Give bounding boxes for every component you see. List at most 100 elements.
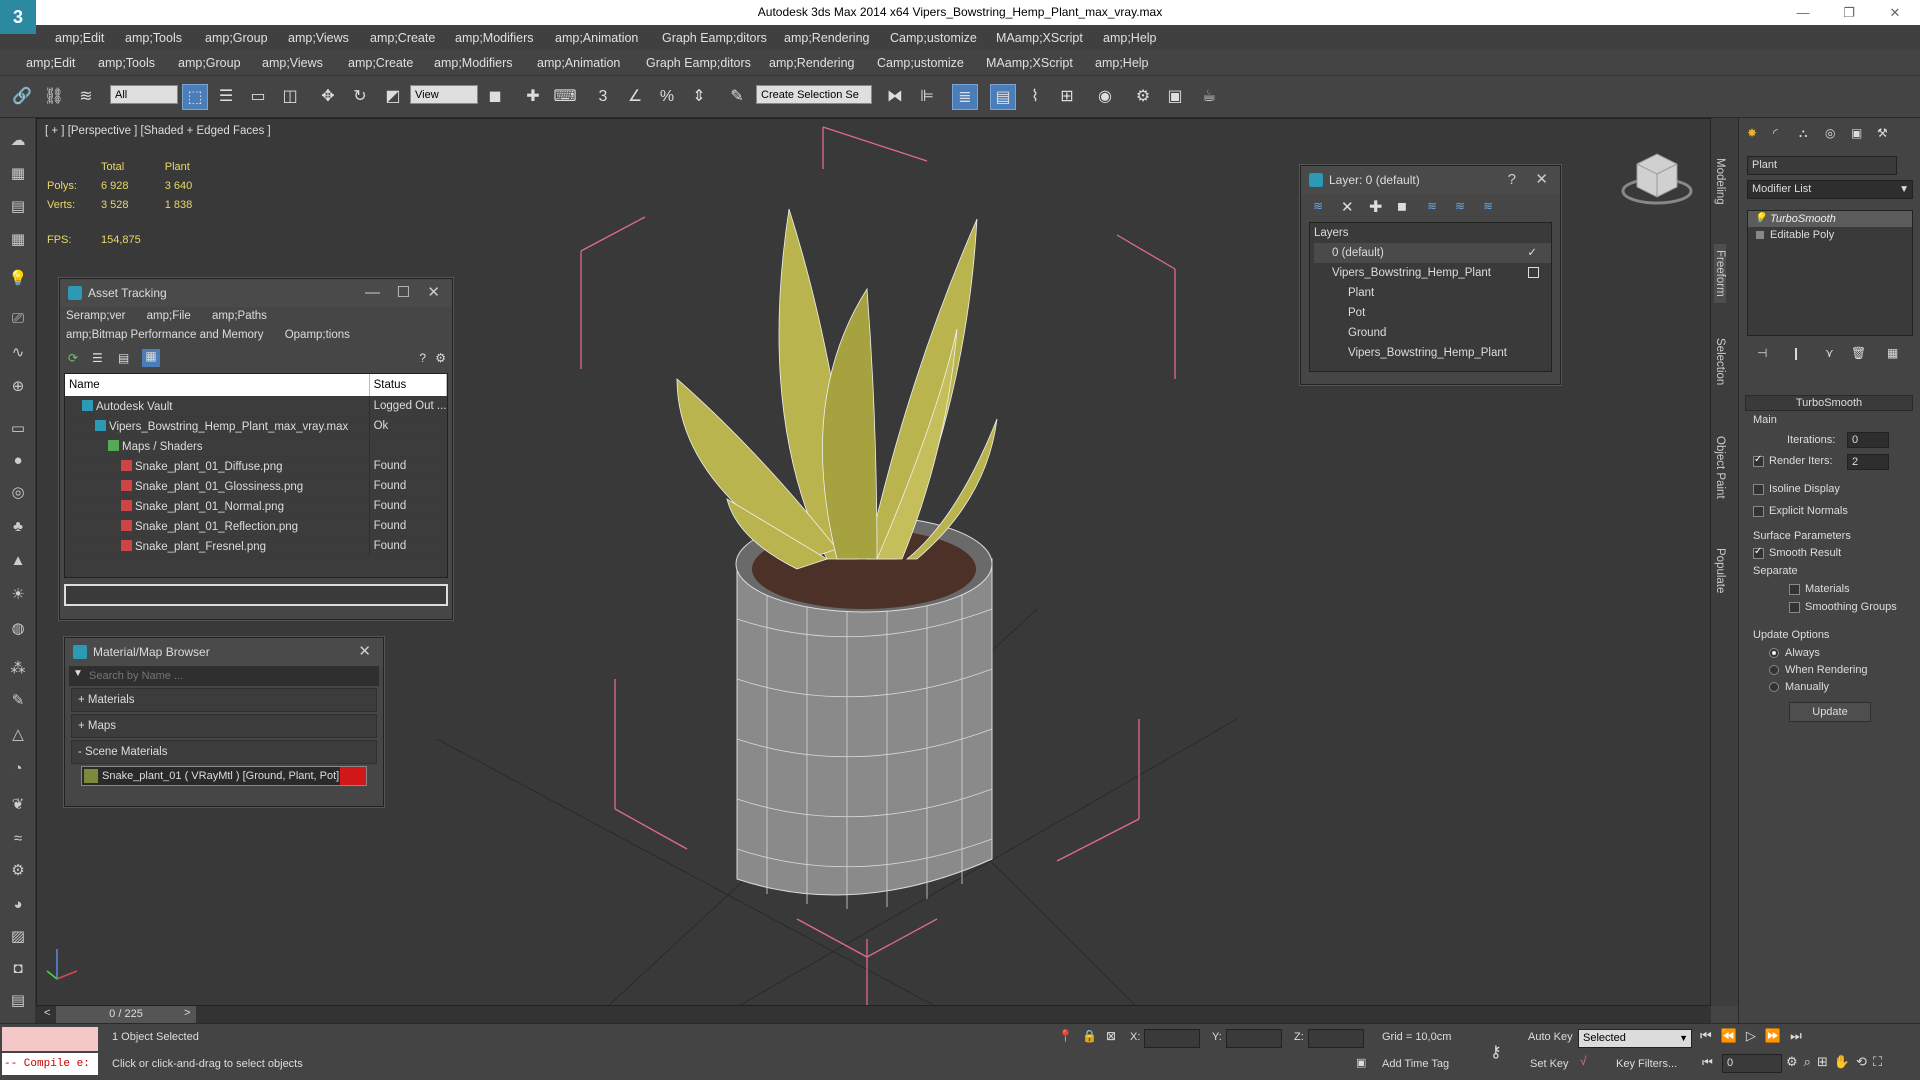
bulb-icon[interactable]: 💡 [1754,211,1766,227]
window-crossing-icon[interactable]: ◫ [277,84,303,110]
detail-view-icon[interactable]: ▤ [118,351,129,365]
menu2-rendering[interactable]: amp;Rendering [769,50,854,76]
list-view-icon[interactable]: ☰ [92,351,103,365]
z-coordinate-field[interactable] [1308,1029,1364,1048]
asset-row[interactable]: Maps / Shaders [65,436,447,457]
selection-filter-dropdown[interactable]: All [110,85,178,104]
explicit-normals-checkbox[interactable] [1753,506,1764,517]
menu2-tools[interactable]: amp;Tools [98,50,155,76]
close-button[interactable]: ✕ [1872,0,1918,25]
render-iters-checkbox[interactable] [1753,454,1764,467]
make-unique-icon[interactable]: ⋎ [1825,346,1834,360]
box-icon[interactable]: ▭ [7,418,29,440]
pin-stack-icon[interactable]: ⊣ [1757,346,1767,360]
graphite-toggle-icon[interactable]: ▤ [990,84,1016,110]
when-rendering-radio[interactable] [1769,665,1779,675]
tab-selection[interactable]: Selection [1714,338,1726,385]
modify-tool-icon[interactable]: ▦ [7,163,29,185]
layer-freeze-icon[interactable]: ≋ [1483,199,1493,213]
tab-populate[interactable]: Populate [1714,548,1726,593]
link-icon[interactable]: 🔗 [9,84,35,110]
col-name[interactable]: Name [65,374,370,397]
asset-menu-bitmap[interactable]: amp;Bitmap Performance and Memory [66,329,264,341]
asset-minimize-button[interactable]: — [365,279,380,307]
render-icon[interactable]: ◘ [7,958,29,980]
menu-create[interactable]: amp;Create [370,25,435,51]
refresh-icon[interactable]: ⟳ [68,351,78,365]
smoothing-groups-checkbox[interactable] [1789,602,1800,613]
menu2-animation[interactable]: amp;Animation [537,50,620,76]
isoline-checkbox[interactable] [1753,484,1764,495]
layer-manager-icon[interactable]: ≣ [952,84,978,110]
motion-tab-icon[interactable]: ◎ [1825,126,1835,140]
stack-turbosmooth[interactable]: 💡 TurboSmooth [1748,211,1912,227]
menu2-group[interactable]: amp;Group [178,50,241,76]
menu-help[interactable]: amp;Help [1103,25,1157,51]
time-next-button[interactable]: > [184,1007,190,1019]
go-to-end-icon[interactable]: ⏭ [1790,1028,1811,1043]
always-radio[interactable] [1769,648,1779,658]
asset-close-button[interactable]: ✕ [427,279,440,307]
helper-icon[interactable]: ⊕ [7,376,29,398]
time-slider[interactable]: < 0 / 225 > [36,1006,1711,1023]
stack-editable-poly[interactable]: Editable Poly [1748,227,1912,243]
set-key-button[interactable]: Set Key [1530,1058,1569,1070]
menu2-help[interactable]: amp;Help [1095,50,1149,76]
time-prev-button[interactable]: < [44,1007,50,1019]
pan-icon[interactable]: ✋ [1834,1054,1856,1069]
materials-checkbox[interactable] [1789,584,1800,595]
named-selection-dropdown[interactable]: Create Selection Se [756,85,872,104]
manually-radio[interactable] [1769,682,1779,692]
create-icon[interactable]: ☁ [7,130,29,152]
snap-toggle-icon[interactable]: 3 [590,84,616,110]
modify-tab-icon[interactable]: ◜ [1773,126,1778,140]
edit-named-sel-icon[interactable]: ✎ [724,84,750,110]
key-filters-button[interactable]: Key Filters... [1616,1058,1677,1070]
layer-item-default[interactable]: 0 (default) ✓ [1314,243,1551,263]
layer-window-header[interactable]: Layer: 0 (default) ? ✕ [1301,166,1560,194]
layer-highlight-icon[interactable]: ≋ [1427,199,1437,213]
torus-icon[interactable]: ◎ [7,482,29,504]
scene-materials-group[interactable]: - Scene Materials [71,740,377,764]
go-to-start-icon[interactable]: ⏮ [1700,1028,1721,1043]
gear-icon[interactable]: ⚙ [7,860,29,882]
layer-item-pot[interactable]: Pot [1314,303,1551,323]
layer-select-icon[interactable]: ◼ [1397,199,1407,213]
stack-expand-icon[interactable] [1756,231,1764,239]
menu-rendering[interactable]: amp;Rendering [784,25,869,51]
time-config-icon[interactable]: ⚙ [1786,1054,1804,1069]
restore-button[interactable]: ❐ [1826,0,1872,25]
asset-menu-server[interactable]: Seramp;ver [66,310,125,322]
scale-icon[interactable]: ◩ [380,84,406,110]
menu-animation[interactable]: amp;Animation [555,25,638,51]
menu2-views[interactable]: amp;Views [262,50,323,76]
absolute-mode-icon[interactable]: ⊠ [1106,1029,1116,1043]
camera-icon[interactable]: ⎚ [7,308,29,330]
rotate-icon[interactable]: ↻ [347,84,373,110]
rect-selection-icon[interactable]: ▭ [245,84,271,110]
update-button[interactable]: Update [1789,702,1871,722]
menu-customize[interactable]: Camp;ustomize [890,25,977,51]
layer-checkbox[interactable] [1528,267,1539,278]
add-time-tag[interactable]: Add Time Tag [1382,1058,1449,1070]
layer-delete-icon[interactable]: ✕ [1341,198,1354,216]
menu2-create[interactable]: amp;Create [348,50,413,76]
key-tangent-icon[interactable]: √ [1580,1054,1587,1068]
render-setup-icon[interactable]: ⚙ [1130,84,1156,110]
asset-row[interactable]: Snake_plant_Fresnel.png Found [65,536,447,557]
material-browser-close-button[interactable]: ✕ [358,638,371,666]
key-icon[interactable]: ⚷ [1490,1042,1502,1062]
menu-tools[interactable]: amp;Tools [125,25,182,51]
sphere-icon[interactable]: ● [7,450,29,472]
select-manipulate-icon[interactable]: ✚ [520,84,546,110]
ref-coord-dropdown[interactable]: View [410,85,478,104]
spinner-snap-icon[interactable]: ⇕ [686,84,712,110]
iterations-spinner[interactable]: 0 [1847,432,1889,448]
asset-tracking-header[interactable]: Asset Tracking — ☐ ✕ [60,279,452,307]
cone-icon[interactable]: ▲ [7,550,29,572]
hair-icon[interactable]: ≈ [7,828,29,850]
remove-modifier-icon[interactable]: 🗑 [1851,346,1866,360]
paint-icon[interactable]: ✎ [7,690,29,712]
plant-icon[interactable]: ♣ [7,516,29,538]
configure-sets-icon[interactable]: ▦ [1887,346,1898,360]
